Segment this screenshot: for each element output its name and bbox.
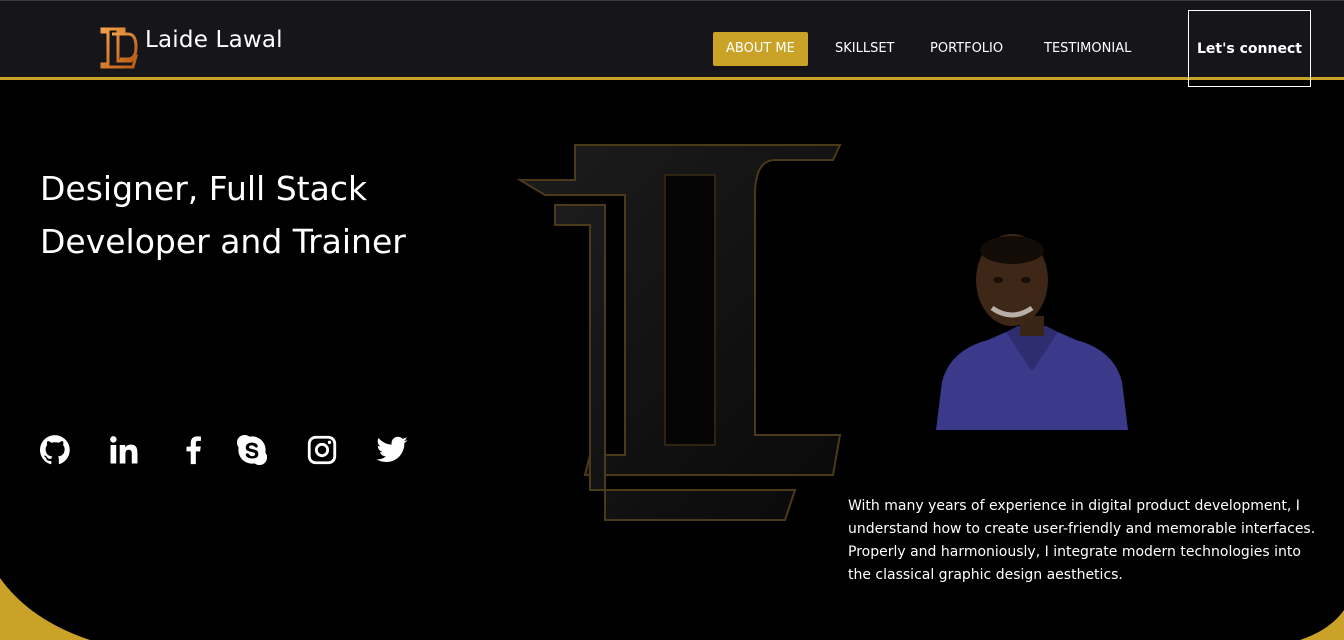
nav-skillset[interactable]: SKILLSET: [835, 32, 895, 66]
github-icon[interactable]: [38, 433, 74, 469]
nav-testimonial[interactable]: TESTIMONIAL: [1044, 32, 1131, 66]
profile-photo: [936, 234, 1128, 430]
linkedin-icon[interactable]: [107, 433, 143, 469]
lets-connect-button[interactable]: Let's connect: [1188, 10, 1311, 87]
main-nav: ABOUT ME SKILLSET PORTFOLIO TESTIMONIAL: [0, 32, 1344, 66]
hero-title: Designer, Full Stack Developer and Train…: [40, 162, 500, 268]
facebook-icon[interactable]: [176, 433, 212, 469]
instagram-icon[interactable]: [305, 433, 341, 469]
hero-title-line1: Designer, Full Stack: [40, 169, 368, 208]
background-monogram-icon: [516, 144, 842, 521]
page: Laide Lawal ABOUT ME SKILLSET PORTFOLIO …: [0, 0, 1344, 640]
nav-portfolio[interactable]: PORTFOLIO: [930, 32, 1003, 66]
hero-title-line2: Developer and Trainer: [40, 222, 406, 261]
skype-icon[interactable]: [235, 433, 271, 469]
bottom-decorative-curve: [0, 578, 1344, 640]
site-header: Laide Lawal ABOUT ME SKILLSET PORTFOLIO …: [0, 0, 1344, 87]
twitter-icon[interactable]: [375, 433, 411, 469]
nav-about-me[interactable]: ABOUT ME: [713, 32, 808, 66]
